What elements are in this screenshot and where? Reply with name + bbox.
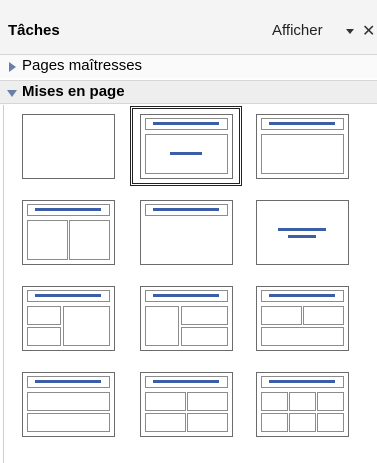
layout-tile-title-only[interactable] — [130, 192, 242, 272]
centered-bar — [278, 228, 326, 231]
layout-thumbnail — [256, 114, 349, 179]
layout-thumbnail — [140, 286, 233, 351]
subtitle-bar — [170, 152, 202, 155]
collapse-arrow-icon[interactable] — [7, 90, 17, 97]
layout-tile-title-one-left-two-right[interactable] — [130, 278, 242, 358]
content-placeholder — [261, 413, 288, 432]
content-placeholder — [187, 413, 228, 432]
content-placeholder — [27, 413, 110, 432]
title-bar — [269, 294, 335, 297]
content-placeholder — [27, 327, 61, 346]
content-placeholder — [289, 392, 316, 411]
panel-header: Tâches Afficher ✕ — [0, 0, 377, 54]
section-master-pages[interactable]: Pages maîtresses — [0, 54, 377, 78]
slide-frame — [256, 200, 349, 265]
content-placeholder — [303, 306, 344, 325]
content-placeholder — [181, 327, 228, 346]
title-bar — [35, 208, 101, 211]
layout-thumbnail — [256, 372, 349, 437]
layout-thumbnail — [22, 372, 115, 437]
layout-tile-blank[interactable] — [12, 106, 124, 186]
content-placeholder — [187, 392, 228, 411]
section-layouts-label: Mises en page — [22, 83, 125, 100]
layout-thumbnail — [22, 114, 115, 179]
layout-tile-title-content[interactable] — [246, 106, 358, 186]
title-bar — [153, 122, 219, 125]
layout-thumbnail — [140, 372, 233, 437]
title-bar — [269, 380, 335, 383]
close-icon[interactable]: ✕ — [362, 21, 375, 41]
layout-thumbnail — [22, 286, 115, 351]
layout-thumbnail — [256, 286, 349, 351]
content-placeholder — [69, 220, 110, 260]
panel-left-border — [3, 105, 4, 463]
layout-thumbnail — [22, 200, 115, 265]
layout-tile-title-two-content[interactable] — [12, 192, 124, 272]
layout-thumbnail — [256, 200, 349, 265]
layout-tile-centered-text[interactable] — [246, 192, 358, 272]
content-placeholder — [27, 392, 110, 411]
layout-tile-title-two-left-one-right[interactable] — [12, 278, 124, 358]
title-bar — [153, 380, 219, 383]
content-placeholder — [261, 327, 344, 346]
layout-tile-title-two-stacked[interactable] — [12, 364, 124, 444]
layout-thumbnail — [140, 200, 233, 265]
content-placeholder — [145, 413, 186, 432]
content-placeholder — [261, 306, 302, 325]
title-bar — [153, 294, 219, 297]
expand-arrow-icon[interactable] — [9, 62, 16, 72]
content-placeholder — [145, 306, 179, 346]
title-bar — [35, 294, 101, 297]
content-placeholder — [145, 392, 186, 411]
content-placeholder — [261, 392, 288, 411]
layout-tile-title-two-top-one-bottom[interactable] — [246, 278, 358, 358]
title-bar — [35, 380, 101, 383]
section-master-pages-label: Pages maîtresses — [22, 57, 143, 74]
content-placeholder — [289, 413, 316, 432]
section-layouts[interactable]: Mises en page — [0, 80, 377, 104]
layout-thumbnail — [140, 114, 233, 179]
chevron-down-icon[interactable] — [346, 29, 354, 34]
layout-tile-title-slide[interactable] — [130, 106, 242, 186]
content-placeholder — [63, 306, 110, 346]
content-placeholder — [261, 134, 344, 174]
layout-tile-title-four-content[interactable] — [130, 364, 242, 444]
content-placeholder — [317, 413, 344, 432]
content-placeholder — [181, 306, 228, 325]
slide-frame — [22, 114, 115, 179]
panel-title: Tâches — [8, 22, 60, 39]
content-placeholder — [317, 392, 344, 411]
centered-bar — [288, 235, 316, 238]
title-bar — [153, 208, 219, 211]
content-placeholder — [27, 220, 68, 260]
layout-tile-title-six-content[interactable] — [246, 364, 358, 444]
view-menu-button[interactable]: Afficher — [272, 22, 323, 39]
content-placeholder — [27, 306, 61, 325]
title-bar — [269, 122, 335, 125]
